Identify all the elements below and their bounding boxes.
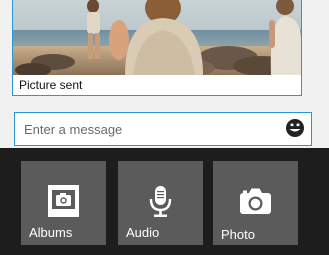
photo-album-icon [47, 184, 80, 218]
albums-button[interactable]: Albums [21, 161, 106, 245]
camera-icon [239, 184, 272, 218]
smiley-icon[interactable] [285, 118, 305, 138]
microphone-icon [144, 184, 177, 218]
sent-photo[interactable] [13, 0, 301, 75]
message-input[interactable] [14, 112, 312, 146]
conversation-area: Picture sent [0, 0, 329, 106]
sent-picture-bubble[interactable]: Picture sent [12, 0, 302, 96]
audio-label: Audio [126, 225, 160, 240]
photo-button[interactable]: Photo [213, 161, 298, 245]
audio-button[interactable]: Audio [118, 161, 203, 245]
attachment-panel: Albums Audio Photo [0, 148, 329, 255]
picture-sent-caption: Picture sent [19, 78, 83, 92]
beach-photo-image [13, 0, 301, 75]
photo-label: Photo [221, 227, 255, 242]
message-composer [0, 106, 329, 148]
albums-label: Albums [29, 225, 73, 240]
